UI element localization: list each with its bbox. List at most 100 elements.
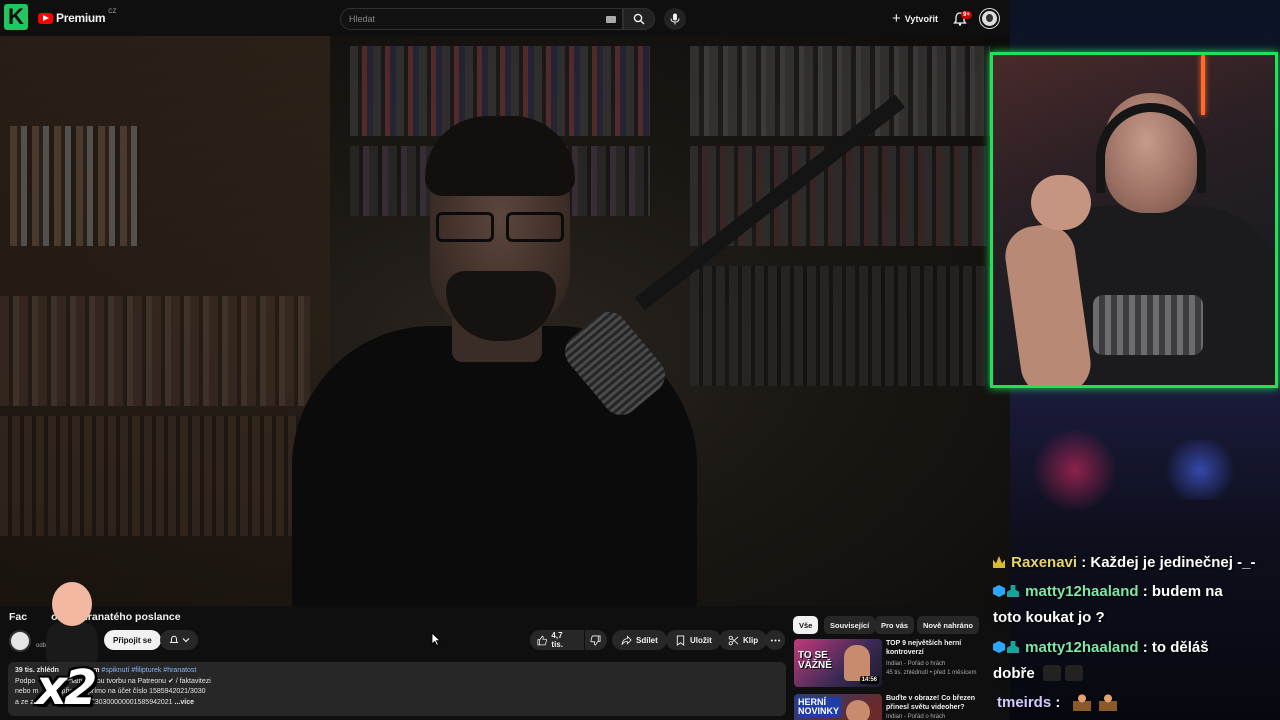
chat-message: Raxenavi : Každej je jedinečnej -_- bbox=[993, 550, 1255, 576]
books-2 bbox=[0, 296, 310, 406]
channel-avatar[interactable] bbox=[9, 630, 31, 652]
keyboard-icon[interactable] bbox=[606, 16, 616, 23]
scissors-icon bbox=[728, 635, 739, 645]
show-more-link[interactable]: ...více bbox=[175, 699, 194, 706]
clip-button[interactable]: Klip bbox=[719, 630, 768, 650]
patreon-link[interactable]: ✔ / faktavitezi bbox=[168, 678, 211, 685]
dance-emote-icon bbox=[1098, 693, 1117, 711]
mascot-head bbox=[52, 582, 92, 626]
chat-username: matty12haaland bbox=[1025, 583, 1139, 600]
dance-emote-icon bbox=[1072, 693, 1091, 711]
chat-username: matty12haaland bbox=[1025, 639, 1139, 656]
account-avatar[interactable] bbox=[980, 9, 999, 28]
plus-icon: + bbox=[892, 10, 901, 27]
rec-meta: 45 tis. zhlédnutí • před 1 měsícem bbox=[886, 670, 977, 676]
chat-text: dobře bbox=[993, 665, 1035, 682]
chat-overlay: Raxenavi : Každej je jedinečnej -_- matt… bbox=[993, 550, 1280, 720]
youtube-topbar: K Premium CZ + Vytvořit 9+ bbox=[0, 0, 1010, 36]
notification-count-badge: 9+ bbox=[961, 11, 972, 19]
rec-thumbnail[interactable]: HERNÍ NOVINKY bbox=[794, 694, 882, 720]
hashtags: #spiknutí #filipturek #hranatost bbox=[101, 667, 197, 674]
create-button[interactable]: + Vytvořit bbox=[892, 9, 938, 29]
books-4 bbox=[690, 46, 990, 136]
chat-message: matty12haaland : budem na bbox=[993, 579, 1223, 605]
recommended-video-1[interactable]: TO SE VÁŽNĚ 14:56 TOP 9 největších herní… bbox=[794, 639, 1004, 689]
mascot-overlay bbox=[38, 582, 108, 662]
search-button[interactable] bbox=[623, 8, 655, 30]
recommendations-panel: Vše Související Pro vás Nově nahráno TO … bbox=[790, 606, 1010, 720]
thumbs-down-icon bbox=[590, 635, 601, 645]
join-button[interactable]: Připojit se bbox=[104, 630, 161, 650]
subscription-bell-button[interactable] bbox=[160, 630, 198, 650]
chat-text: : Každej je jedinečnej -_- bbox=[1081, 554, 1256, 571]
crown-badge-icon bbox=[993, 556, 1005, 568]
rec-channel: Indian - Pořád o hrách bbox=[886, 661, 946, 667]
multiplier-badge: x2 bbox=[36, 660, 97, 716]
search-input[interactable] bbox=[349, 14, 589, 24]
webcam-frame bbox=[990, 52, 1278, 388]
chevron-down-icon bbox=[182, 638, 189, 643]
like-button[interactable]: 4,7 tis. bbox=[530, 630, 584, 650]
emote-icon bbox=[1064, 665, 1083, 681]
chat-message-continuation: toto koukat jo ? bbox=[993, 605, 1105, 631]
chat-username: Raxenavi bbox=[1011, 554, 1078, 571]
share-icon bbox=[621, 634, 632, 645]
share-label: Sdílet bbox=[636, 635, 658, 645]
microphone-icon bbox=[670, 13, 680, 25]
dislike-button[interactable] bbox=[585, 630, 607, 650]
brand-label: Premium bbox=[56, 11, 106, 25]
streamer-hand bbox=[1031, 175, 1091, 230]
chip-for-you[interactable]: Pro vás bbox=[875, 616, 915, 634]
cube-badge-icon bbox=[993, 641, 1005, 653]
chip-all[interactable]: Vše bbox=[793, 616, 819, 634]
books-7 bbox=[690, 266, 990, 386]
description-line-2: Podpo onálně živou tvorbu na Patreonu ✔ /… bbox=[15, 677, 211, 685]
shirt-print bbox=[1093, 295, 1203, 355]
rec-title: TOP 9 největších herní kontroverzí bbox=[886, 640, 962, 656]
rec-duration: 14:56 bbox=[859, 676, 879, 684]
cube-badge-icon bbox=[993, 585, 1005, 597]
emote-icon bbox=[1042, 665, 1061, 681]
presenter-glasses bbox=[432, 212, 568, 244]
neon-glow-blue bbox=[1160, 440, 1240, 500]
rec-title: Buďte v obraze! Co březen přinesl světu … bbox=[886, 695, 976, 711]
chat-text: : bbox=[1055, 694, 1061, 711]
share-button[interactable]: Sdílet bbox=[612, 630, 667, 650]
description-box[interactable]: 39 tis. zhlédn 1 dnem #spiknutí #filiptur… bbox=[8, 662, 786, 716]
chat-message: matty12haaland : to děláš bbox=[993, 635, 1209, 661]
recommended-video-2[interactable]: HERNÍ NOVINKY Buďte v obraze! Co březen … bbox=[794, 694, 1004, 720]
bell-icon bbox=[169, 635, 178, 643]
neon-glow-red bbox=[1030, 430, 1120, 510]
person-badge-icon bbox=[1007, 585, 1019, 597]
chat-text: toto koukat jo ? bbox=[993, 609, 1105, 626]
create-label: Vytvořit bbox=[904, 14, 938, 24]
thumbs-up-icon bbox=[537, 635, 547, 645]
person-badge-icon bbox=[1007, 641, 1019, 653]
video-player[interactable] bbox=[0, 36, 1010, 606]
save-button[interactable]: Uložit bbox=[666, 630, 721, 650]
like-count: 4,7 tis. bbox=[551, 631, 563, 649]
kick-logo-icon: K bbox=[4, 4, 28, 30]
rec-thumbnail[interactable]: TO SE VÁŽNĚ 14:56 bbox=[794, 639, 882, 687]
chat-text: : budem na bbox=[1142, 583, 1223, 600]
more-actions-button[interactable] bbox=[765, 630, 785, 650]
bookmark-icon bbox=[676, 634, 685, 646]
description-line-4: a ze za CZ8230300000001585942021 ...více bbox=[15, 698, 194, 706]
chat-message-continuation: dobře bbox=[993, 661, 1083, 687]
mascot-body bbox=[46, 622, 98, 662]
chip-recently-uploaded[interactable]: Nově nahráno bbox=[917, 616, 980, 634]
rec-channel: Indian - Pořád o hrách bbox=[886, 714, 946, 720]
search-icon bbox=[633, 13, 645, 25]
more-horizontal-icon bbox=[770, 638, 780, 642]
youtube-home-link[interactable]: Premium CZ bbox=[38, 9, 116, 25]
description-line-3: nebo m žete přispět i přímo na účet číslo… bbox=[15, 688, 206, 695]
mouse-cursor-icon bbox=[431, 632, 441, 646]
chip-related[interactable]: Související bbox=[824, 616, 876, 634]
search-box[interactable] bbox=[340, 8, 623, 30]
voice-search-button[interactable] bbox=[664, 8, 686, 30]
rec-thumb-text: TO SE VÁŽNĚ bbox=[798, 650, 832, 671]
chat-text: : to děláš bbox=[1142, 639, 1209, 656]
books-8 bbox=[0, 416, 300, 536]
books-1 bbox=[10, 126, 140, 246]
chat-message: tmeirds : bbox=[997, 690, 1117, 716]
